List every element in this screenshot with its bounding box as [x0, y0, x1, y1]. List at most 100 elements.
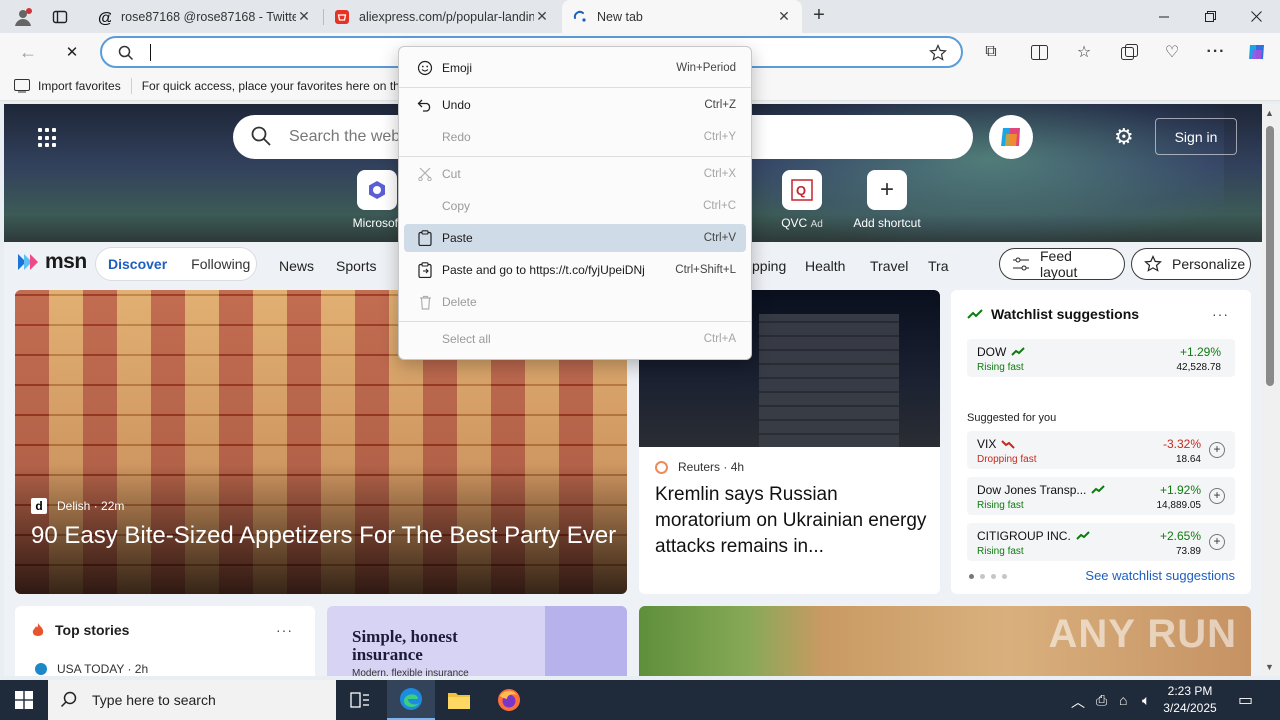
stock-row-vix[interactable]: VIX Dropping fast -3.32% 18.64 + — [967, 431, 1235, 469]
apps-grid-icon[interactable] — [38, 128, 58, 148]
tab-close-icon[interactable]: ✕ — [776, 8, 792, 25]
shortcut-qvc[interactable]: Q QVC Ad — [759, 170, 845, 230]
see-watchlist-link[interactable]: See watchlist suggestions — [1085, 568, 1235, 583]
menu-item-emoji[interactable]: Emoji Win+Period — [404, 54, 746, 82]
collections-button[interactable] — [1115, 38, 1143, 66]
tab-following[interactable]: Following — [179, 256, 262, 272]
delish-logo-icon: d — [31, 498, 47, 514]
add-to-watchlist-icon[interactable]: + — [1209, 488, 1225, 504]
hero-title[interactable]: 90 Easy Bite-Sized Appetizers For The Be… — [31, 522, 616, 550]
nav-sports[interactable]: Sports — [336, 258, 376, 274]
tray-network-device-icon[interactable]: ⎙ — [1096, 692, 1107, 709]
add-shortcut-button[interactable]: + Add shortcut — [844, 170, 930, 230]
close-window-button[interactable] — [1233, 0, 1279, 33]
favorites-star-icon: ☆ — [1076, 44, 1092, 61]
shortcut-label: Add shortcut — [853, 216, 921, 230]
sign-in-button[interactable]: Sign in — [1155, 118, 1237, 155]
task-view-button[interactable] — [336, 680, 384, 720]
stock-row-citigroup[interactable]: CITIGROUP INC. Rising fast +2.65% 73.89 … — [967, 523, 1235, 561]
menu-item-paste-and-go[interactable]: Paste and go to https://t.co/fyjUpeiDNj … — [404, 256, 746, 284]
msn-logo[interactable]: msn — [16, 250, 87, 274]
menu-item-paste[interactable]: Paste Ctrl+V — [404, 224, 746, 252]
nav-health[interactable]: Health — [805, 258, 845, 274]
taskbar-edge[interactable] — [387, 680, 435, 720]
system-clock[interactable]: 2:23 PM 3/24/2025 — [1148, 683, 1232, 717]
stock-row-dow-transport[interactable]: Dow Jones Transp... Rising fast +1.92% 1… — [967, 477, 1235, 515]
tab-discover[interactable]: Discover — [96, 256, 179, 272]
stop-loading-button[interactable]: ✕ — [58, 38, 86, 66]
page-scrollbar[interactable]: ▲ ▼ — [1262, 104, 1280, 676]
suggested-label: Suggested for you — [967, 412, 1057, 424]
nav-shopping[interactable]: pping — [752, 258, 786, 274]
menu-item-select-all[interactable]: Select all Ctrl+A — [404, 325, 746, 353]
copilot-button[interactable] — [1243, 38, 1271, 66]
tab-close-icon[interactable]: ✕ — [296, 8, 312, 25]
back-arrow-icon: ← — [19, 41, 37, 62]
nav-news[interactable]: News — [279, 258, 314, 274]
food-article-card[interactable]: ANY RUN — [639, 606, 1251, 676]
menu-separator — [399, 156, 751, 157]
settings-more-button[interactable]: ··· — [1202, 38, 1230, 66]
taskbar-file-explorer[interactable] — [435, 680, 483, 720]
restore-button[interactable] — [1187, 0, 1233, 33]
watchlist-more-icon[interactable]: ··· — [1212, 306, 1229, 322]
import-favorites-button[interactable]: Import favorites — [14, 78, 121, 93]
watchlist-pager[interactable] — [969, 574, 1007, 579]
stock-row-dow[interactable]: DOW Rising fast +1.29% 42,528.78 — [967, 339, 1235, 377]
profile-button[interactable] — [4, 0, 42, 33]
tab-title: rose87168 @rose87168 - Twitter P — [121, 9, 296, 24]
qvc-icon: Q — [782, 170, 822, 210]
svg-text:Q: Q — [796, 183, 806, 198]
tab-close-icon[interactable]: ✕ — [534, 8, 550, 25]
firefox-icon — [498, 689, 520, 711]
taskbar-firefox[interactable] — [485, 680, 533, 720]
tray-overflow-icon[interactable]: ︿ — [1071, 692, 1085, 712]
delete-icon — [408, 295, 442, 310]
tab-twitter[interactable]: @ rose87168 @rose87168 - Twitter P ✕ — [86, 0, 322, 33]
menu-item-delete[interactable]: Delete — [404, 288, 746, 316]
new-tab-button[interactable]: + — [808, 4, 830, 28]
menu-item-cut[interactable]: Cut Ctrl+X — [404, 160, 746, 188]
back-button[interactable]: ← — [14, 38, 42, 66]
split-screen-button[interactable] — [1025, 38, 1053, 66]
minimize-button[interactable] — [1141, 0, 1187, 33]
flame-icon — [32, 623, 44, 636]
paste-go-icon — [408, 262, 442, 278]
extensions-button[interactable]: ⧉ — [977, 38, 1005, 66]
add-to-watchlist-icon[interactable]: + — [1209, 442, 1225, 458]
insurance-ad-card[interactable]: Simple, honest insurance Modern, flexibl… — [327, 606, 627, 676]
notifications-icon[interactable]: ▭ — [1238, 690, 1253, 710]
scrollbar-thumb[interactable] — [1266, 126, 1274, 386]
copilot-search-button[interactable] — [989, 115, 1033, 159]
performance-button[interactable]: ♡ — [1158, 38, 1186, 66]
network-icon[interactable]: ⌂ — [1119, 692, 1127, 708]
reuters-logo-icon — [655, 460, 668, 474]
menu-item-undo[interactable]: Undo Ctrl+Z — [404, 91, 746, 119]
add-to-watchlist-icon[interactable]: + — [1209, 534, 1225, 550]
feed-layout-button[interactable]: Feed layout — [999, 248, 1125, 280]
tab-actions-button[interactable] — [40, 0, 80, 33]
split-screen-icon — [1030, 44, 1048, 60]
rising-trend-icon — [1011, 347, 1026, 356]
menu-item-redo[interactable]: Redo Ctrl+Y — [404, 123, 746, 151]
tab-aliexpress[interactable]: aliexpress.com/p/popular-landin ✕ — [324, 0, 560, 33]
tab-actions-icon — [52, 10, 68, 23]
scroll-up-icon[interactable]: ▲ — [1265, 108, 1274, 118]
taskbar-search-box[interactable]: Type here to search — [48, 680, 336, 720]
context-menu: Emoji Win+Period Undo Ctrl+Z Redo Ctrl+Y… — [398, 46, 752, 360]
personalize-button[interactable]: Personalize — [1131, 248, 1251, 280]
start-button[interactable] — [0, 680, 48, 720]
favorite-star-icon[interactable] — [929, 44, 947, 62]
nav-travel[interactable]: Travel — [870, 258, 908, 274]
news-title[interactable]: Kremlin says Russian moratorium on Ukrai… — [655, 482, 930, 560]
edge-icon — [400, 688, 422, 710]
nav-traffic[interactable]: Tra — [928, 258, 948, 274]
menu-item-copy[interactable]: Copy Ctrl+C — [404, 192, 746, 220]
top-stories-more-icon[interactable]: ··· — [276, 622, 293, 638]
favorites-button[interactable]: ☆ — [1070, 38, 1098, 66]
minimize-icon — [1159, 16, 1169, 17]
page-settings-gear-icon[interactable]: ⚙ — [1114, 124, 1134, 150]
tab-new-tab[interactable]: New tab ✕ — [562, 0, 802, 33]
usa-today-logo-icon — [35, 663, 47, 675]
scroll-down-icon[interactable]: ▼ — [1265, 662, 1274, 672]
